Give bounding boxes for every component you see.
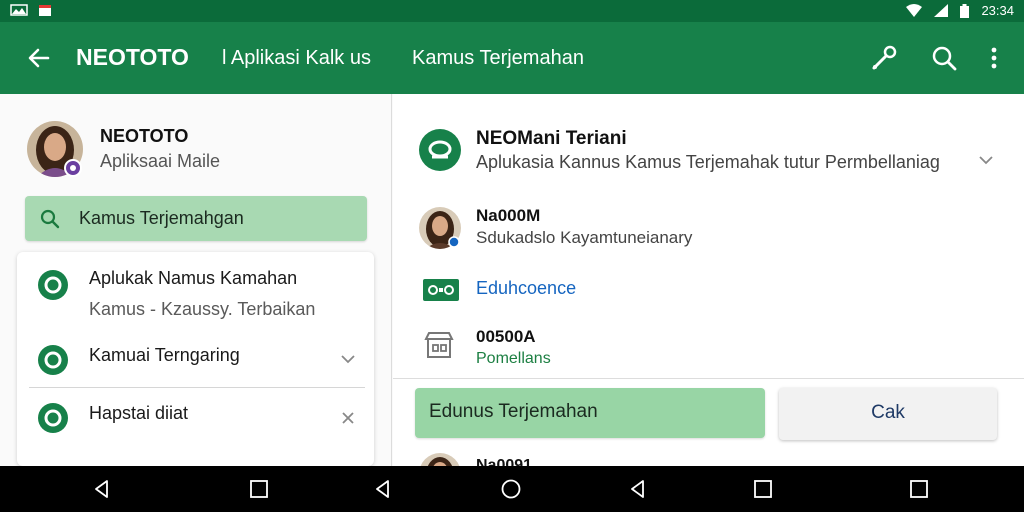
chevron-down-icon[interactable]	[340, 351, 356, 367]
list-item[interactable]: Hapstai diiat	[17, 392, 374, 444]
secondary-button[interactable]: Cak	[779, 388, 997, 440]
recents-icon[interactable]	[753, 479, 773, 499]
back-icon[interactable]	[628, 479, 648, 499]
detail-title: NEOMani Teriani	[476, 128, 627, 149]
search-icon[interactable]	[928, 42, 960, 74]
recents-icon[interactable]	[249, 479, 269, 499]
detail-description: Aplukasia Kannus Kamus Terjemahak tutur …	[476, 152, 940, 172]
back-arrow-icon[interactable]	[24, 43, 54, 73]
list-item-icon	[38, 270, 68, 300]
battery-icon	[960, 3, 970, 18]
home-icon[interactable]	[501, 479, 521, 499]
results-card: Aplukak Namus Kamahan Kamus - Kzaussy. T…	[17, 252, 374, 466]
app-title: NEOTOTO	[76, 44, 189, 70]
item-code-subtitle: Pomellans	[476, 350, 551, 367]
person-subtitle: Sdukadslo Kayamtuneianary	[476, 228, 693, 247]
person-name: Na000M	[476, 206, 541, 225]
tool-icon[interactable]	[868, 42, 900, 74]
store-icon	[424, 332, 454, 358]
list-item-label: Aplukak Namus Kamahan	[89, 268, 298, 288]
primary-button[interactable]: Edunus Terjemahan	[415, 388, 765, 438]
section-title: Kamus Terjemahan	[412, 47, 584, 69]
list-item-subtitle: Kamus - Kzaussy. Terbaikan	[89, 299, 316, 319]
app-logo-icon	[419, 129, 461, 171]
avatar[interactable]	[26, 120, 84, 178]
signal-icon	[934, 4, 949, 17]
more-vert-icon[interactable]	[978, 42, 1010, 74]
divider	[29, 387, 365, 388]
item-code: 00500A	[476, 327, 536, 346]
app-screen: 23:34 NEOTOTO l Aplikasi Kalk us Kamus T…	[0, 0, 1024, 512]
recents-icon[interactable]	[909, 479, 929, 499]
chevron-down-icon[interactable]	[978, 152, 994, 168]
back-icon[interactable]	[373, 479, 393, 499]
photo-icon	[10, 4, 28, 16]
close-icon[interactable]	[340, 410, 356, 426]
system-nav-bar	[0, 466, 1024, 512]
status-bar: 23:34	[0, 0, 1024, 22]
list-item-label: Hapstai diiat	[89, 403, 189, 423]
link[interactable]: Eduhcoence	[476, 278, 576, 299]
list-item-icon	[38, 403, 68, 433]
avatar[interactable]	[418, 206, 462, 250]
list-item-label: Kamuai Terngaring	[89, 345, 240, 365]
left-pane: NEOTOTO Apliksaai Maile Kamus Terjemahga…	[0, 94, 392, 466]
divider	[393, 378, 1024, 379]
search-input[interactable]: Kamus Terjemahgan	[25, 196, 367, 241]
search-query: Kamus Terjemahgan	[79, 208, 244, 228]
app-bar: NEOTOTO l Aplikasi Kalk us Kamus Terjema…	[0, 22, 1024, 94]
detail-pane: NEOMani Teriani Aplukasia Kannus Kamus T…	[393, 94, 1024, 495]
list-item[interactable]: Aplukak Namus Kamahan Kamus - Kzaussy. T…	[17, 252, 374, 334]
wifi-icon	[906, 4, 923, 17]
badge-icon	[423, 279, 459, 301]
list-item[interactable]: Kamuai Terngaring	[17, 334, 374, 386]
profile-name: NEOTOTO	[100, 126, 189, 146]
status-time: 23:34	[981, 3, 1014, 18]
profile-subtitle: Apliksaai Maile	[100, 151, 221, 171]
back-icon[interactable]	[92, 479, 112, 499]
list-item-icon	[38, 345, 68, 375]
search-icon	[40, 209, 60, 229]
app-subtitle: l Aplikasi Kalk us	[222, 47, 371, 69]
calendar-icon	[39, 5, 51, 16]
